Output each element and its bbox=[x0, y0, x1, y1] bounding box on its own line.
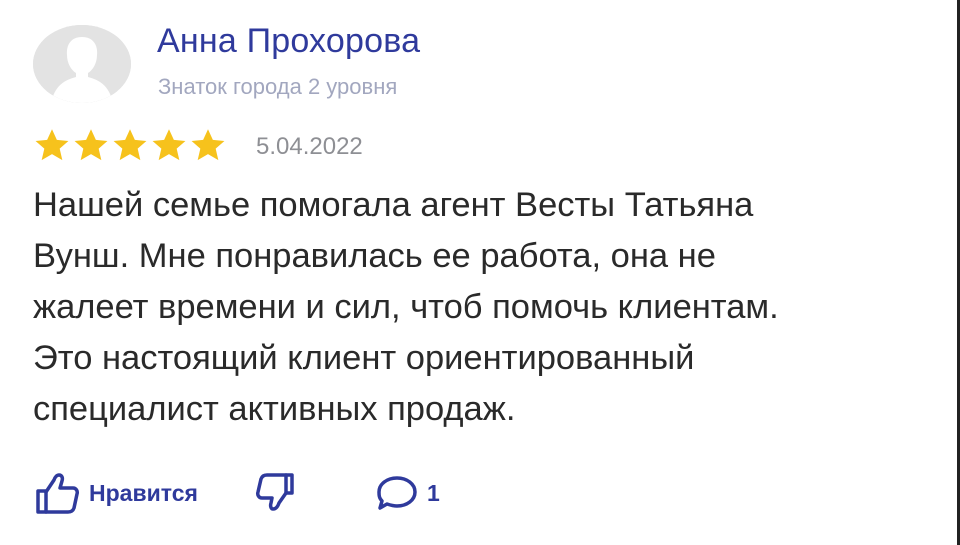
like-label: Нравится bbox=[89, 479, 198, 506]
comment-bubble-icon bbox=[377, 476, 417, 510]
review-text: Нашей семье помогала агент Весты Татьяна… bbox=[33, 186, 779, 428]
like-button[interactable]: Нравится bbox=[35, 468, 198, 518]
thumbs-up-icon bbox=[36, 473, 79, 514]
user-silhouette-icon bbox=[33, 25, 131, 103]
review-date: 5.04.2022 bbox=[256, 133, 363, 160]
star-icon bbox=[189, 128, 227, 164]
comment-count: 1 bbox=[427, 479, 440, 506]
author-name[interactable]: Анна Прохорова bbox=[157, 22, 420, 61]
dislike-button[interactable] bbox=[255, 468, 295, 518]
comments-button[interactable]: 1 bbox=[373, 468, 440, 518]
thumbs-down-icon bbox=[256, 473, 294, 511]
star-icon bbox=[33, 128, 71, 164]
author-rank: Знаток города 2 уровня bbox=[158, 74, 398, 99]
avatar[interactable] bbox=[33, 25, 131, 103]
rating-stars bbox=[33, 128, 227, 164]
star-icon bbox=[150, 128, 188, 164]
star-icon bbox=[72, 128, 110, 164]
star-icon bbox=[111, 128, 149, 164]
review-card: Анна Прохорова Знаток города 2 уровня 5.… bbox=[0, 0, 960, 545]
